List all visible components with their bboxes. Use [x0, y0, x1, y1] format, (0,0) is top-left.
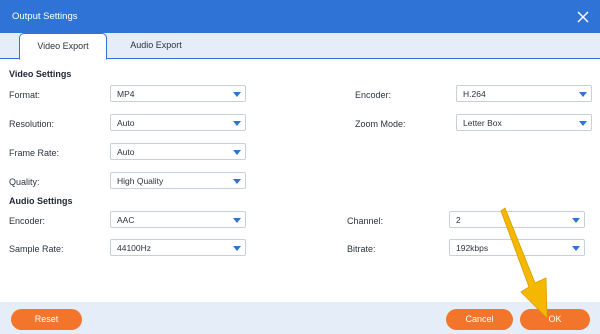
video-encoder-value: H.264: [463, 89, 486, 99]
tab-bar: Video Export Audio Export: [0, 33, 600, 60]
format-label: Format:: [9, 90, 41, 100]
bitrate-select[interactable]: 192kbps: [449, 239, 585, 256]
frame-rate-value: Auto: [117, 147, 135, 157]
audio-encoder-value: AAC: [117, 215, 135, 225]
title-bar: Output Settings: [0, 0, 600, 33]
format-select[interactable]: MP4: [110, 85, 246, 102]
sample-rate-label: Sample Rate:: [9, 244, 64, 254]
video-encoder-label: Encoder:: [355, 90, 392, 100]
audio-settings-heading: Audio Settings: [9, 196, 73, 206]
video-settings-heading: Video Settings: [9, 69, 72, 79]
zoom-mode-select[interactable]: Letter Box: [456, 114, 592, 131]
cancel-button[interactable]: Cancel: [446, 309, 513, 330]
chevron-down-icon: [579, 121, 587, 126]
bitrate-label: Bitrate:: [347, 244, 376, 254]
channel-value: 2: [456, 215, 461, 225]
zoom-mode-label: Zoom Mode:: [355, 119, 406, 129]
resolution-value: Auto: [117, 118, 135, 128]
chevron-down-icon: [233, 121, 241, 126]
audio-encoder-select[interactable]: AAC: [110, 211, 246, 228]
quality-value: High Quality: [117, 176, 164, 186]
chevron-down-icon: [233, 92, 241, 97]
video-encoder-select[interactable]: H.264: [456, 85, 592, 102]
close-icon[interactable]: [575, 9, 591, 25]
reset-button[interactable]: Reset: [11, 309, 82, 330]
bitrate-value: 192kbps: [456, 243, 489, 253]
frame-rate-label: Frame Rate:: [9, 148, 60, 158]
tab-video-export[interactable]: Video Export: [19, 33, 107, 60]
chevron-down-icon: [233, 150, 241, 155]
chevron-down-icon: [579, 92, 587, 97]
chevron-down-icon: [572, 246, 580, 251]
chevron-down-icon: [233, 179, 241, 184]
channel-label: Channel:: [347, 216, 384, 226]
resolution-select[interactable]: Auto: [110, 114, 246, 131]
format-value: MP4: [117, 89, 135, 99]
quality-select[interactable]: High Quality: [110, 172, 246, 189]
sample-rate-select[interactable]: 44100Hz: [110, 239, 246, 256]
zoom-mode-value: Letter Box: [463, 118, 502, 128]
chevron-down-icon: [572, 218, 580, 223]
ok-button[interactable]: OK: [520, 309, 590, 330]
tab-audio-export[interactable]: Audio Export: [112, 33, 200, 59]
audio-encoder-label: Encoder:: [9, 216, 46, 226]
resolution-label: Resolution:: [9, 119, 55, 129]
chevron-down-icon: [233, 246, 241, 251]
sample-rate-value: 44100Hz: [117, 243, 152, 253]
frame-rate-select[interactable]: Auto: [110, 143, 246, 160]
channel-select[interactable]: 2: [449, 211, 585, 228]
quality-label: Quality:: [9, 177, 40, 187]
window-title: Output Settings: [12, 11, 78, 22]
chevron-down-icon: [233, 218, 241, 223]
